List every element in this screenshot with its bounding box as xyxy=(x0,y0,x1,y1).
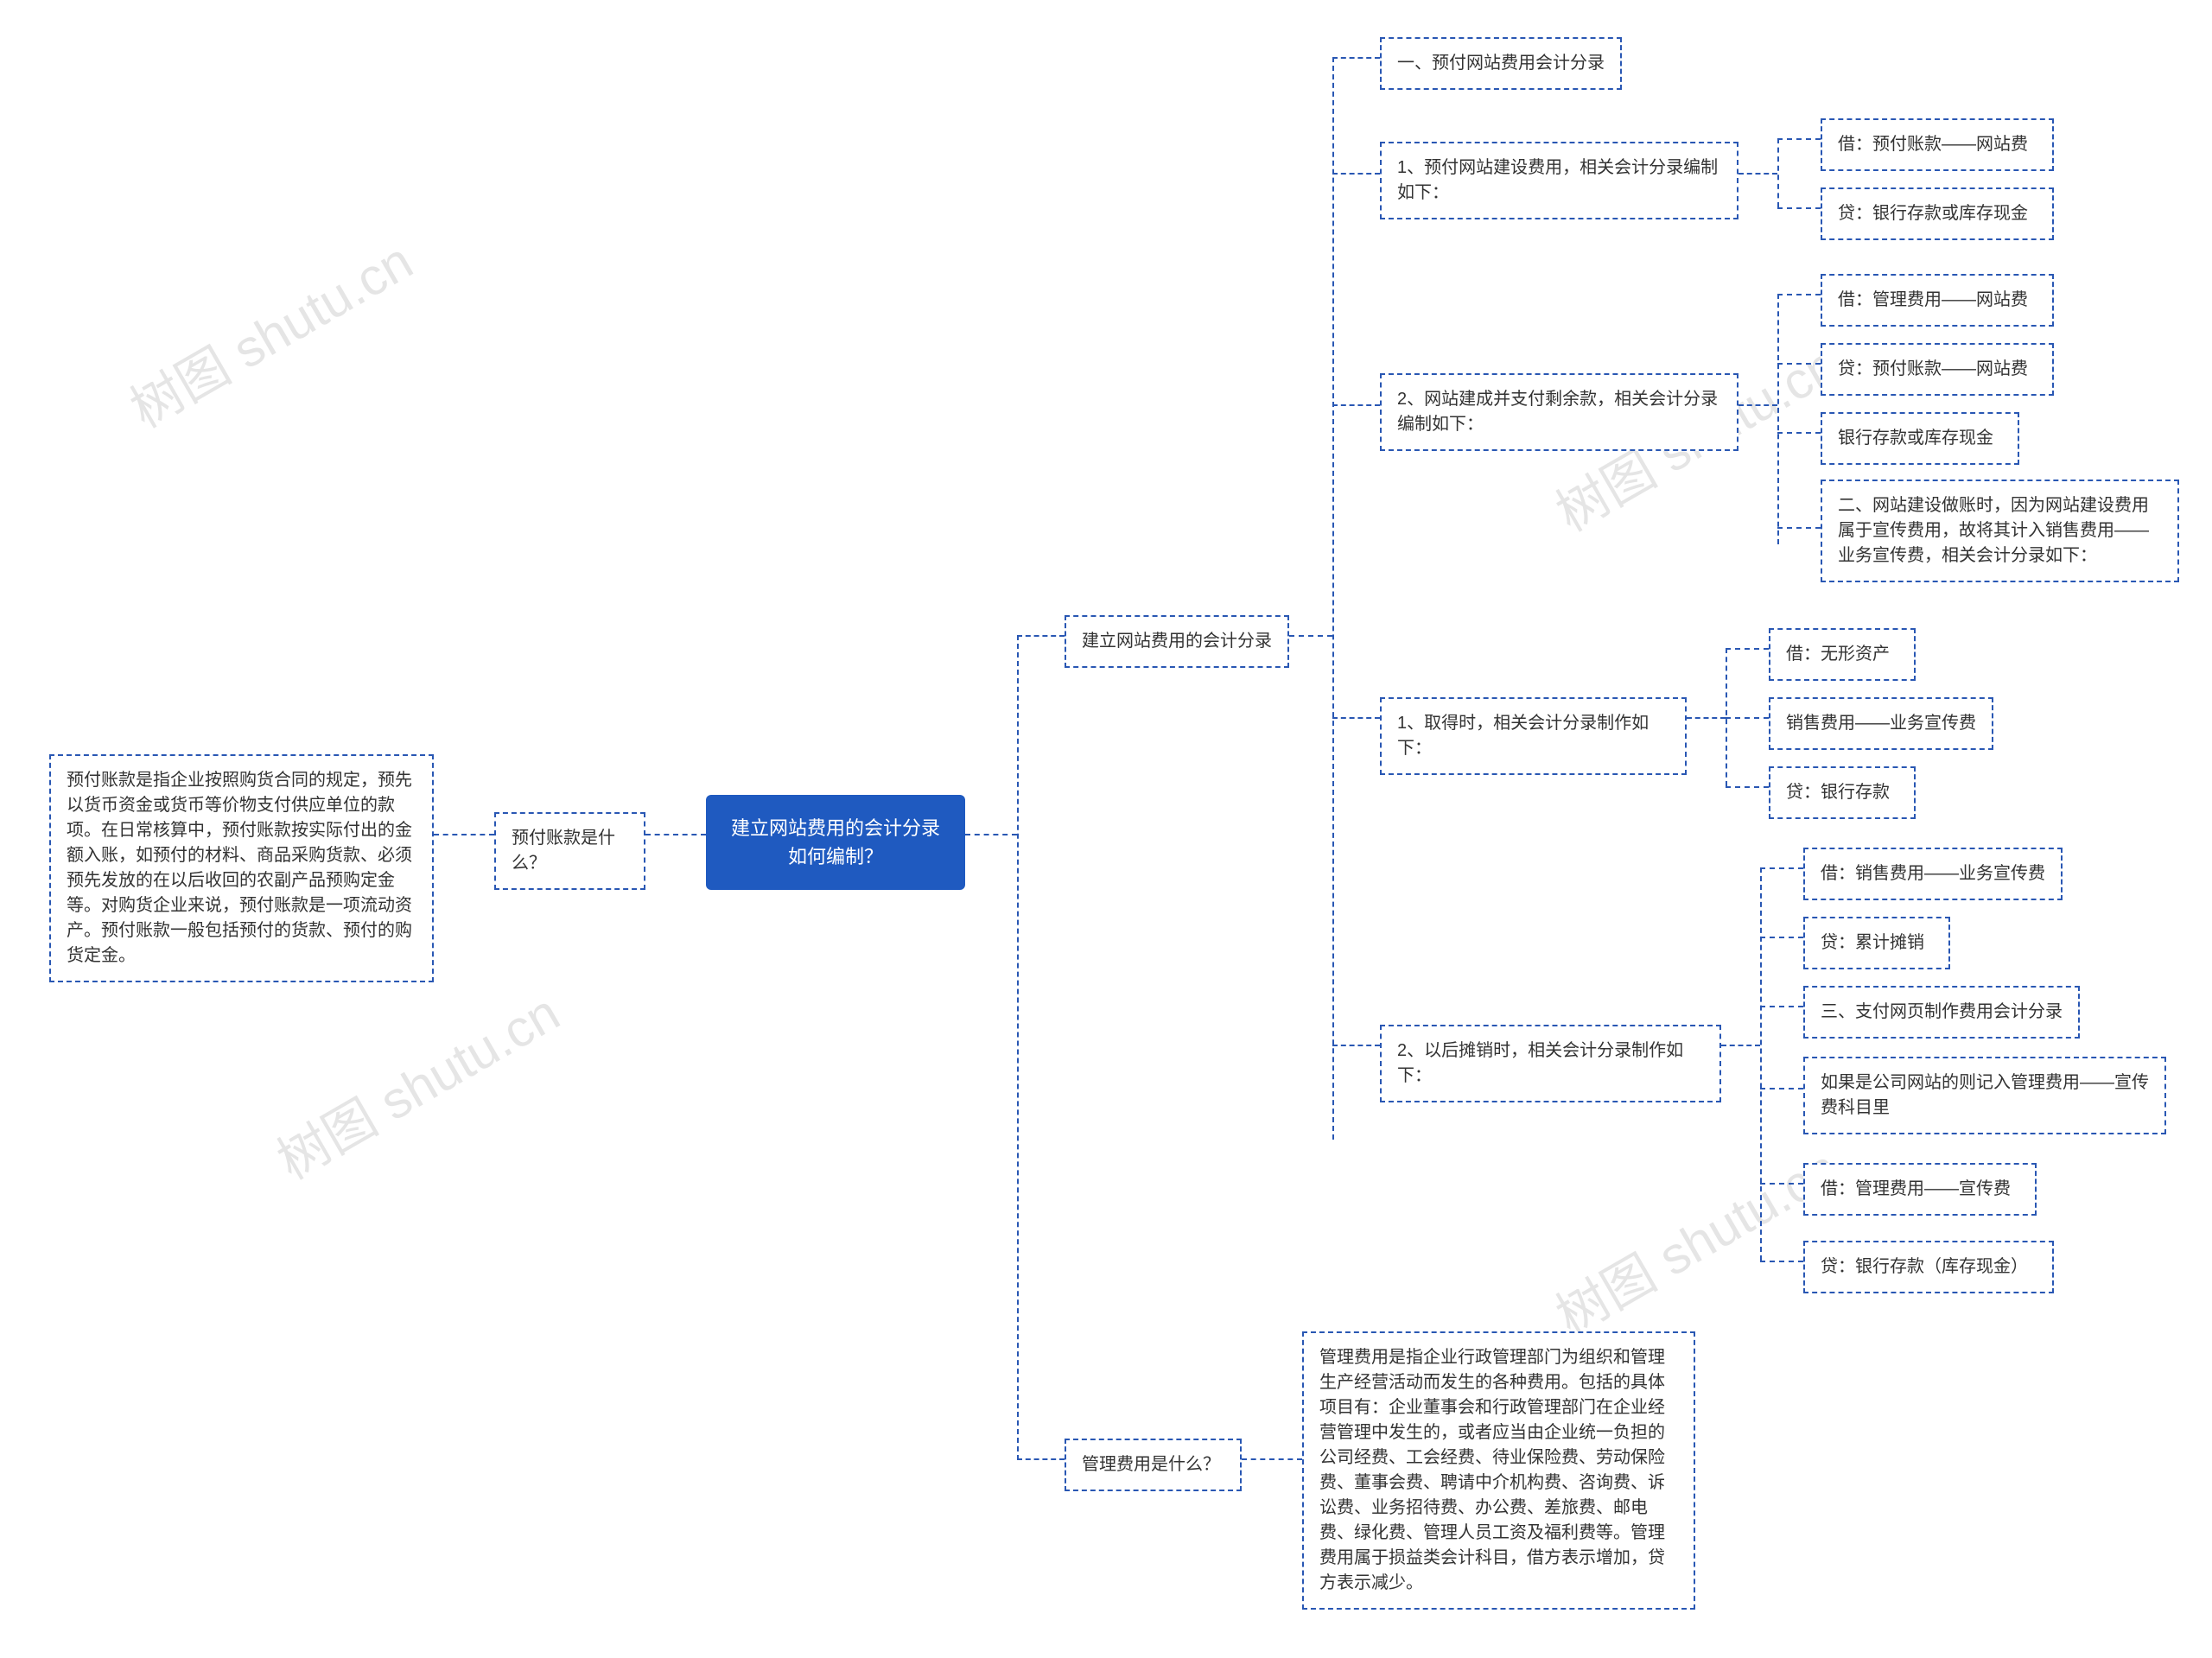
left-q1: 预付账款是什么？ xyxy=(494,812,645,890)
right-b1-5-a: 借：销售费用——业务宣传费 xyxy=(1803,848,2063,900)
right-b1-3-b: 贷：预付账款——网站费 xyxy=(1821,343,2054,396)
right-b1-2-b: 贷：银行存款或库存现金 xyxy=(1821,187,2054,240)
right-b1-5: 2、以后摊销时，相关会计分录制作如下： xyxy=(1380,1025,1721,1102)
right-b1-3-c: 银行存款或库存现金 xyxy=(1821,412,2019,465)
right-b1-2: 1、预付网站建设费用，相关会计分录编制如下： xyxy=(1380,142,1738,219)
left-q1-detail: 预付账款是指企业按照购货合同的规定，预先以货币资金或货币等价物支付供应单位的款项… xyxy=(49,754,434,982)
right-b1-5-b: 贷：累计摊销 xyxy=(1803,917,1950,969)
right-b1-3-a: 借：管理费用——网站费 xyxy=(1821,274,2054,327)
watermark: 树图 shutu.cn xyxy=(115,220,424,442)
right-b1-2-a: 借：预付账款——网站费 xyxy=(1821,118,2054,171)
root-title-line2: 如何编制？ xyxy=(730,842,941,871)
right-b1-5-f: 贷：银行存款（库存现金） xyxy=(1803,1241,2054,1293)
right-b1-4-c: 贷：银行存款 xyxy=(1769,766,1916,819)
right-b1-5-d: 如果是公司网站的则记入管理费用——宣传费科目里 xyxy=(1803,1057,2166,1134)
watermark: 树图 shutu.cn xyxy=(262,972,571,1194)
watermark: 树图 shutu.cn xyxy=(1541,1128,1850,1350)
right-b1-4-b: 销售费用——业务宣传费 xyxy=(1769,697,1993,750)
right-b1-5-e: 借：管理费用——宣传费 xyxy=(1803,1163,2037,1216)
right-b2: 管理费用是什么？ xyxy=(1065,1439,1242,1491)
right-b2-detail: 管理费用是指企业行政管理部门为组织和管理生产经营活动而发生的各种费用。包括的具体… xyxy=(1302,1331,1695,1610)
right-b1-3-d: 二、网站建设做账时，因为网站建设费用属于宣传费用，故将其计入销售费用——业务宣传… xyxy=(1821,480,2179,582)
right-b1-3: 2、网站建成并支付剩余款，相关会计分录编制如下： xyxy=(1380,373,1738,451)
right-b1-1: 一、预付网站费用会计分录 xyxy=(1380,37,1622,90)
right-b1-4-a: 借：无形资产 xyxy=(1769,628,1916,681)
right-b1-5-c: 三、支付网页制作费用会计分录 xyxy=(1803,986,2080,1039)
root-node: 建立网站费用的会计分录 如何编制？ xyxy=(706,795,965,890)
right-b1-4: 1、取得时，相关会计分录制作如下： xyxy=(1380,697,1687,775)
right-b1: 建立网站费用的会计分录 xyxy=(1065,615,1289,668)
root-title-line1: 建立网站费用的会计分录 xyxy=(730,814,941,842)
